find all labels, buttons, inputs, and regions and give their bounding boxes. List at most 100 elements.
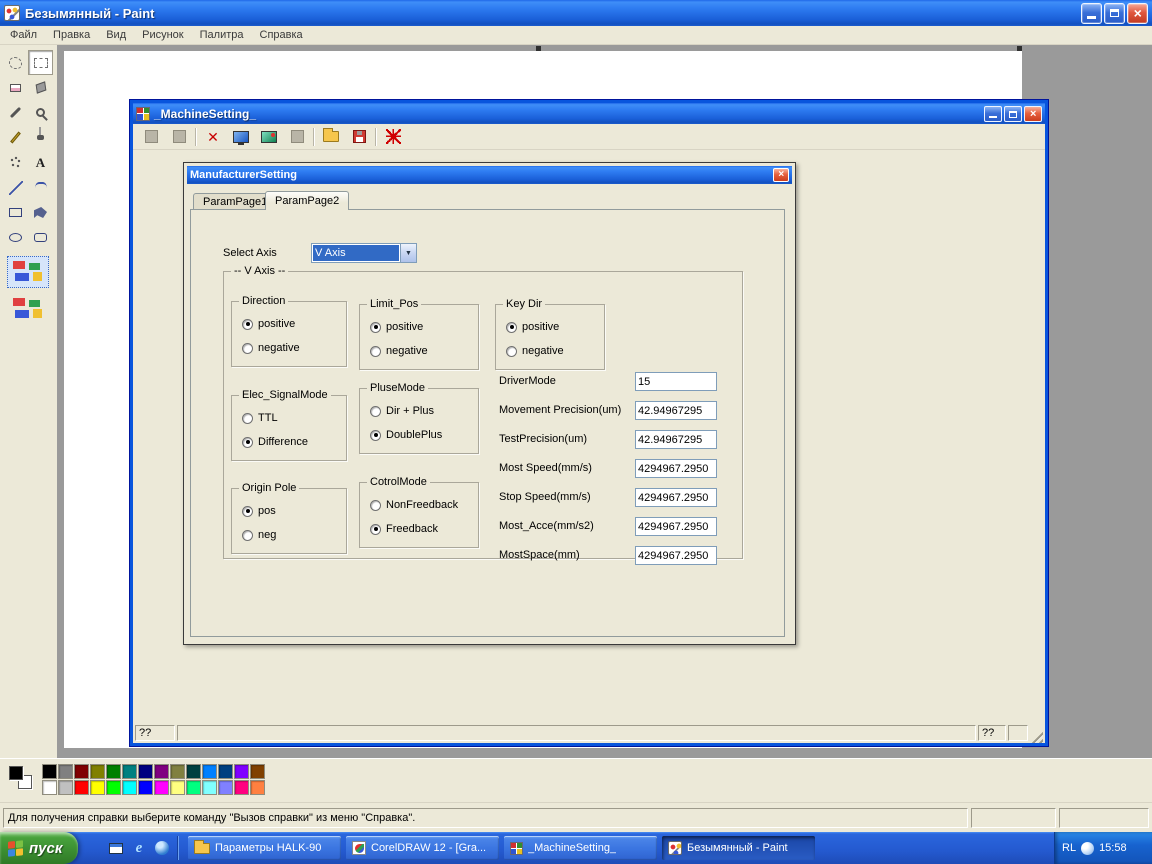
- testprecision-input[interactable]: [635, 430, 717, 449]
- palette-color[interactable]: [122, 780, 137, 795]
- most-acce-input[interactable]: [635, 517, 717, 536]
- toolbar-display-button[interactable]: [257, 126, 281, 148]
- dialog-close-button[interactable]: ×: [773, 168, 789, 182]
- internet-explorer-button[interactable]: e: [129, 837, 149, 859]
- restore-button[interactable]: [1004, 105, 1022, 122]
- rounded-rect-tool[interactable]: [28, 225, 53, 250]
- task-machinesetting[interactable]: _MachineSetting_: [504, 836, 657, 860]
- palette-color[interactable]: [42, 780, 57, 795]
- toolbar-button-2[interactable]: [167, 126, 191, 148]
- palette-color[interactable]: [138, 780, 153, 795]
- resize-grip[interactable]: [1030, 730, 1043, 743]
- radio-option[interactable]: positive: [506, 321, 559, 333]
- menu-image[interactable]: Рисунок: [134, 27, 192, 43]
- minimize-button[interactable]: [984, 105, 1002, 122]
- toolbar-save-button[interactable]: [347, 126, 371, 148]
- airbrush-tool[interactable]: [3, 150, 28, 175]
- tray-icon[interactable]: [1081, 841, 1095, 855]
- show-desktop-button[interactable]: [106, 837, 126, 859]
- radio-option[interactable]: negative: [506, 345, 564, 357]
- canvas-resize-handle-topright[interactable]: [1017, 46, 1022, 51]
- palette-color[interactable]: [58, 780, 73, 795]
- toolbar-delete-button[interactable]: ✕: [201, 126, 225, 148]
- palette-color[interactable]: [234, 764, 249, 779]
- drivermode-input[interactable]: [635, 372, 717, 391]
- palette-color[interactable]: [250, 764, 265, 779]
- palette-color[interactable]: [122, 764, 137, 779]
- palette-color[interactable]: [186, 764, 201, 779]
- menu-file[interactable]: Файл: [2, 27, 45, 43]
- group-title: Direction: [239, 295, 289, 307]
- palette-color[interactable]: [202, 764, 217, 779]
- freeform-select-tool[interactable]: [3, 50, 28, 75]
- disabled-icon: [144, 130, 158, 143]
- palette-color[interactable]: [170, 764, 185, 779]
- curve-tool[interactable]: [28, 175, 53, 200]
- browser-button[interactable]: [152, 837, 172, 859]
- radio-option[interactable]: negative: [370, 345, 428, 357]
- menu-palette[interactable]: Палитра: [192, 27, 252, 43]
- polygon-tool[interactable]: [28, 200, 53, 225]
- canvas-resize-handle-top[interactable]: [536, 46, 541, 51]
- select-tool[interactable]: [28, 50, 53, 75]
- text-tool[interactable]: [28, 150, 53, 175]
- ellipse-tool[interactable]: [3, 225, 28, 250]
- palette-color[interactable]: [138, 764, 153, 779]
- palette-color[interactable]: [58, 764, 73, 779]
- start-button[interactable]: пуск: [0, 832, 79, 864]
- field-row: TestPrecision(um): [191, 430, 784, 449]
- palette-color[interactable]: [74, 764, 89, 779]
- language-indicator[interactable]: RL: [1062, 842, 1076, 854]
- magnifier-tool[interactable]: [28, 100, 53, 125]
- palette-color[interactable]: [42, 764, 57, 779]
- minimize-button[interactable]: [1081, 2, 1102, 24]
- palette-color[interactable]: [170, 780, 185, 795]
- close-button[interactable]: ×: [1127, 2, 1148, 24]
- radio-option[interactable]: positive: [370, 321, 423, 333]
- stop-speed-input[interactable]: [635, 488, 717, 507]
- color-picker-tool[interactable]: [3, 100, 28, 125]
- radio-option[interactable]: positive: [242, 318, 295, 330]
- restore-button[interactable]: [1104, 2, 1125, 24]
- menu-help[interactable]: Справка: [252, 27, 311, 43]
- palette-color[interactable]: [218, 780, 233, 795]
- palette-color[interactable]: [250, 780, 265, 795]
- line-tool[interactable]: [3, 175, 28, 200]
- brush-tool[interactable]: [28, 125, 53, 150]
- fill-tool[interactable]: [28, 75, 53, 100]
- close-button[interactable]: ×: [1024, 105, 1042, 122]
- palette-color[interactable]: [218, 764, 233, 779]
- palette-color[interactable]: [90, 764, 105, 779]
- most-speed-input[interactable]: [635, 459, 717, 478]
- toolbar-monitor-button[interactable]: [229, 126, 253, 148]
- radio-option[interactable]: negative: [242, 342, 300, 354]
- menu-view[interactable]: Вид: [98, 27, 134, 43]
- task-paint[interactable]: Безымянный - Paint: [662, 836, 815, 860]
- palette-color[interactable]: [154, 780, 169, 795]
- palette-color[interactable]: [186, 780, 201, 795]
- task-coreldraw[interactable]: CorelDRAW 12 - [Gra...: [346, 836, 499, 860]
- palette-color[interactable]: [202, 780, 217, 795]
- selection-option-transparent[interactable]: [7, 293, 49, 325]
- mostspace-input[interactable]: [635, 546, 717, 565]
- tab-parampage2[interactable]: ParamPage2: [265, 191, 350, 210]
- palette-color[interactable]: [234, 780, 249, 795]
- selection-option-opaque[interactable]: [7, 256, 49, 288]
- chevron-down-icon[interactable]: ▼: [400, 244, 416, 262]
- eraser-tool[interactable]: [3, 75, 28, 100]
- toolbar-button-1[interactable]: [139, 126, 163, 148]
- menu-edit[interactable]: Правка: [45, 27, 98, 43]
- select-axis-combobox[interactable]: V Axis ▼: [311, 243, 417, 263]
- pencil-tool[interactable]: [3, 125, 28, 150]
- movement-precision-input[interactable]: [635, 401, 717, 420]
- palette-color[interactable]: [90, 780, 105, 795]
- palette-color[interactable]: [106, 764, 121, 779]
- rectangle-tool[interactable]: [3, 200, 28, 225]
- toolbar-origin-button[interactable]: [381, 126, 405, 148]
- palette-color[interactable]: [74, 780, 89, 795]
- palette-color[interactable]: [154, 764, 169, 779]
- toolbar-button-3[interactable]: [285, 126, 309, 148]
- toolbar-open-button[interactable]: [319, 126, 343, 148]
- task-parametry-halk90[interactable]: Параметры HALK-90: [188, 836, 341, 860]
- palette-color[interactable]: [106, 780, 121, 795]
